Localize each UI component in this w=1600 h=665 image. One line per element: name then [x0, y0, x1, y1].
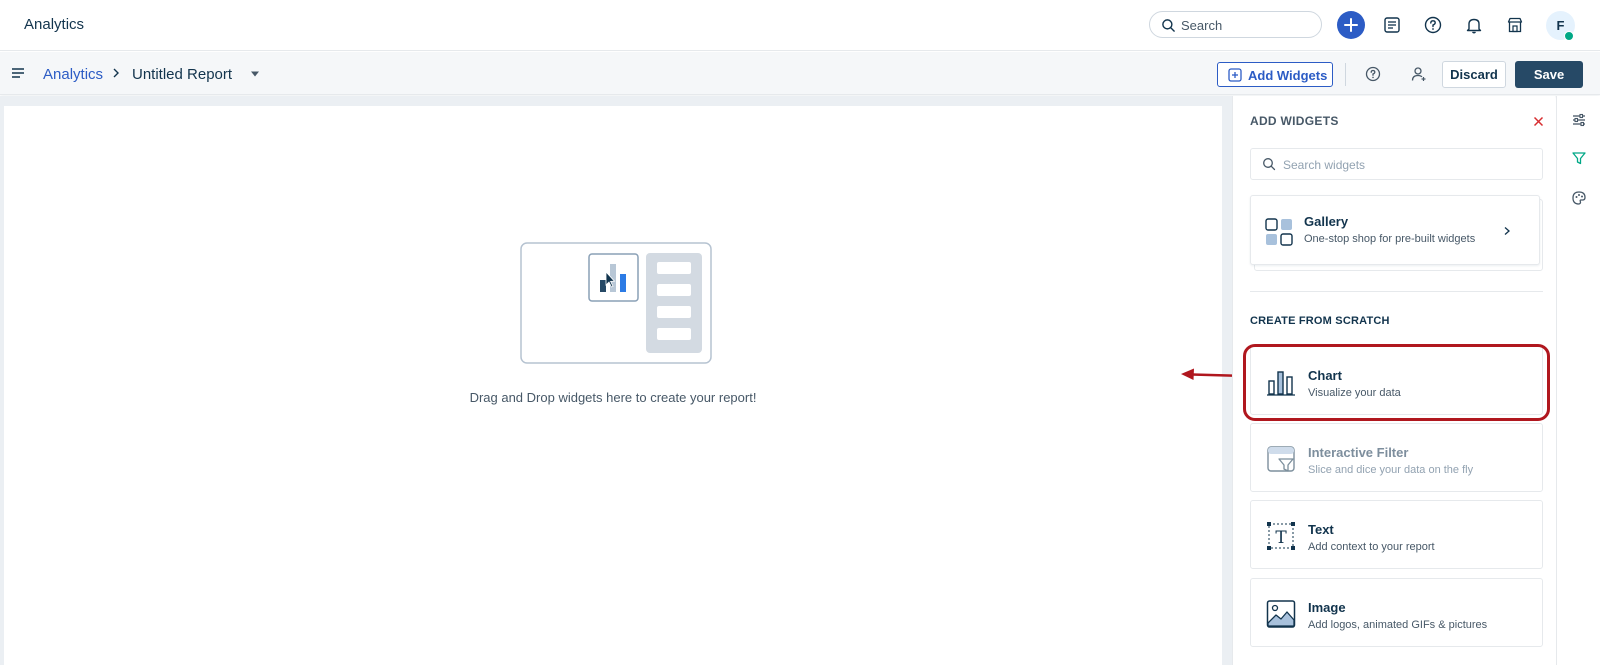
widget-subtitle: Add context to your report	[1308, 541, 1435, 553]
widget-search	[1250, 148, 1543, 180]
store-icon	[1507, 17, 1523, 33]
breadcrumb-analytics[interactable]: Analytics	[43, 66, 103, 83]
empty-canvas-message: Drag and Drop widgets here to create you…	[469, 390, 757, 405]
help-icon[interactable]	[1364, 65, 1382, 83]
search-icon	[1162, 19, 1175, 32]
empty-report-illustration-icon	[520, 242, 712, 364]
app-title: Analytics	[24, 16, 85, 33]
widget-subtitle: Add logos, animated GIFs & pictures	[1308, 619, 1488, 631]
filter-icon	[1267, 446, 1295, 472]
chart-highlight-annotation	[1243, 344, 1550, 421]
gallery-grid-icon	[1265, 218, 1293, 246]
menu-icon[interactable]	[11, 66, 25, 80]
add-widgets-label: Add Widgets	[1248, 68, 1328, 83]
svg-text:T: T	[1275, 528, 1287, 548]
chevron-right-icon	[1504, 227, 1510, 235]
toolbar-divider	[1345, 63, 1346, 86]
reports-button[interactable]	[1378, 11, 1406, 39]
share-user-icon[interactable]	[1410, 65, 1428, 83]
widget-search-input[interactable]	[1283, 156, 1533, 174]
panel-title: ADD WIDGETS	[1250, 114, 1339, 128]
create-new-button[interactable]	[1337, 11, 1365, 39]
right-rail	[1556, 96, 1600, 665]
search-icon	[1263, 158, 1276, 171]
save-button[interactable]: Save	[1515, 61, 1583, 88]
top-bar: Analytics Search F	[0, 0, 1600, 51]
image-icon	[1266, 600, 1296, 628]
widget-card-image[interactable]: Image Add logos, animated GIFs & picture…	[1250, 578, 1543, 647]
gallery-card[interactable]: Gallery One-stop shop for pre-built widg…	[1250, 195, 1540, 265]
close-icon[interactable]	[1533, 116, 1544, 127]
widget-title: Image	[1308, 600, 1346, 615]
gallery-title: Gallery	[1304, 214, 1349, 229]
report-list-icon	[1384, 17, 1400, 33]
help-icon	[1424, 16, 1442, 34]
online-status-dot	[1564, 31, 1574, 41]
search-label: Search	[1181, 18, 1223, 33]
caret-down-icon[interactable]	[250, 70, 260, 78]
gallery-subtitle: One-stop shop for pre-built widgets	[1304, 233, 1476, 245]
widget-subtitle: Slice and dice your data on the fly	[1308, 464, 1474, 476]
sliders-icon[interactable]	[1571, 112, 1587, 128]
report-canvas-area: Drag and Drop widgets here to create you…	[0, 96, 1232, 665]
text-icon: T	[1267, 522, 1295, 550]
notifications-button[interactable]	[1460, 11, 1488, 39]
widget-title: Text	[1308, 522, 1334, 537]
add-widgets-button[interactable]: Add Widgets	[1217, 62, 1333, 87]
marketplace-button[interactable]	[1501, 11, 1529, 39]
global-search[interactable]: Search	[1149, 11, 1322, 38]
panel-divider	[1250, 291, 1543, 292]
widget-card-interactive-filter: Interactive Filter Slice and dice your d…	[1250, 423, 1543, 492]
add-square-icon	[1228, 68, 1242, 82]
report-toolbar: Analytics Untitled Report Add Widgets Di…	[0, 52, 1600, 95]
chevron-right-icon	[113, 68, 119, 78]
bell-icon	[1466, 18, 1482, 34]
plus-icon	[1344, 18, 1358, 32]
create-from-scratch-heading: CREATE FROM SCRATCH	[1250, 315, 1390, 327]
discard-button[interactable]: Discard	[1442, 61, 1506, 88]
widget-title: Interactive Filter	[1308, 445, 1409, 460]
report-name[interactable]: Untitled Report	[132, 66, 232, 83]
help-button[interactable]	[1419, 11, 1447, 39]
widget-card-text[interactable]: T Text Add context to your report	[1250, 500, 1543, 569]
filter-icon[interactable]	[1571, 150, 1587, 166]
report-canvas[interactable]: Drag and Drop widgets here to create you…	[4, 106, 1222, 665]
palette-icon[interactable]	[1571, 190, 1587, 206]
